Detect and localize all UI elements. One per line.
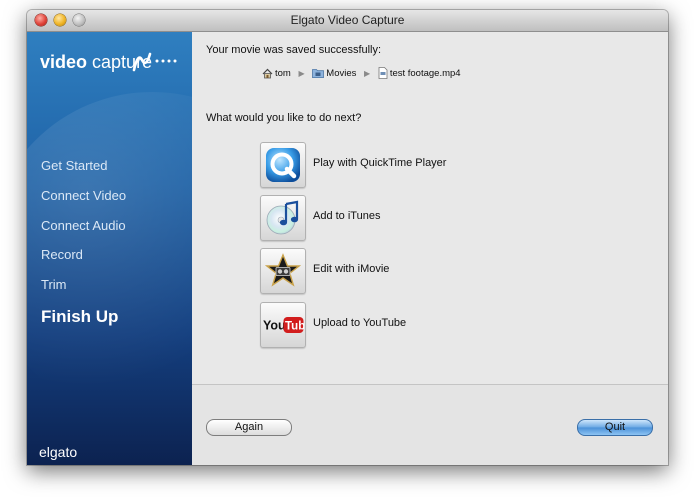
file-icon (378, 67, 388, 79)
quit-button[interactable]: Quit (577, 419, 653, 436)
youtube-you-text: You (263, 319, 286, 333)
action-label: Edit with iMovie (313, 263, 390, 275)
window-title: Elgato Video Capture (290, 13, 405, 27)
again-button[interactable]: Again (206, 419, 292, 436)
step-trim[interactable]: Trim (41, 277, 126, 307)
path-crumb-movies[interactable]: Movies (312, 68, 356, 79)
imovie-icon (265, 253, 301, 287)
action-imovie[interactable]: Edit with iMovie (260, 248, 560, 294)
sidebar: video capture Get Started Connect Video … (27, 32, 192, 465)
main-content: Your movie was saved successfully: tom ▶ (192, 32, 668, 465)
step-connect-audio[interactable]: Connect Audio (41, 218, 126, 248)
action-itunes[interactable]: Add to iTunes (260, 195, 560, 241)
itunes-tile[interactable] (260, 195, 306, 241)
path-crumb-home[interactable]: tom (262, 68, 291, 79)
quicktime-tile[interactable] (260, 142, 306, 188)
imovie-tile[interactable] (260, 248, 306, 294)
path-crumb-label: tom (275, 67, 291, 79)
wizard-steps: Get Started Connect Video Connect Audio … (41, 158, 126, 337)
waveform-icon (132, 52, 177, 72)
chevron-right-icon: ▶ (364, 68, 371, 78)
itunes-icon (266, 200, 299, 235)
action-quicktime[interactable]: Play with QuickTime Player (260, 142, 560, 188)
path-crumb-file[interactable]: test footage.mp4 (378, 67, 461, 79)
file-path-breadcrumb: tom ▶ Movies ▶ test footage.mp4 (262, 67, 461, 81)
action-youtube[interactable]: You Tube Upload to YouTube (260, 302, 560, 348)
logo-word-video: video (40, 52, 88, 72)
path-crumb-label: test footage.mp4 (389, 67, 461, 79)
next-step-question: What would you like to do next? (206, 112, 362, 124)
action-label: Upload to YouTube (313, 317, 407, 329)
quicktime-icon (266, 148, 300, 182)
elgato-brand: elgato (39, 444, 78, 460)
home-icon (262, 68, 273, 78)
title-bar: Elgato Video Capture (27, 10, 668, 32)
content-panel: Your movie was saved successfully: tom ▶ (192, 32, 668, 385)
youtube-tube-text: Tube (285, 321, 304, 333)
step-connect-video[interactable]: Connect Video (41, 188, 126, 218)
step-finish-up[interactable]: Finish Up (41, 307, 126, 337)
chevron-right-icon: ▶ (298, 68, 305, 78)
folder-icon (312, 69, 325, 78)
saved-message: Your movie was saved successfully: (206, 44, 382, 56)
youtube-tile[interactable]: You Tube (260, 302, 306, 348)
path-crumb-label: Movies (326, 67, 357, 79)
step-record[interactable]: Record (41, 247, 126, 277)
app-window: Elgato Video Capture video capture Get S… (27, 10, 668, 465)
step-get-started[interactable]: Get Started (41, 158, 126, 188)
action-label: Play with QuickTime Player (313, 157, 447, 169)
youtube-icon: You Tube (263, 317, 304, 333)
action-label: Add to iTunes (313, 210, 381, 222)
